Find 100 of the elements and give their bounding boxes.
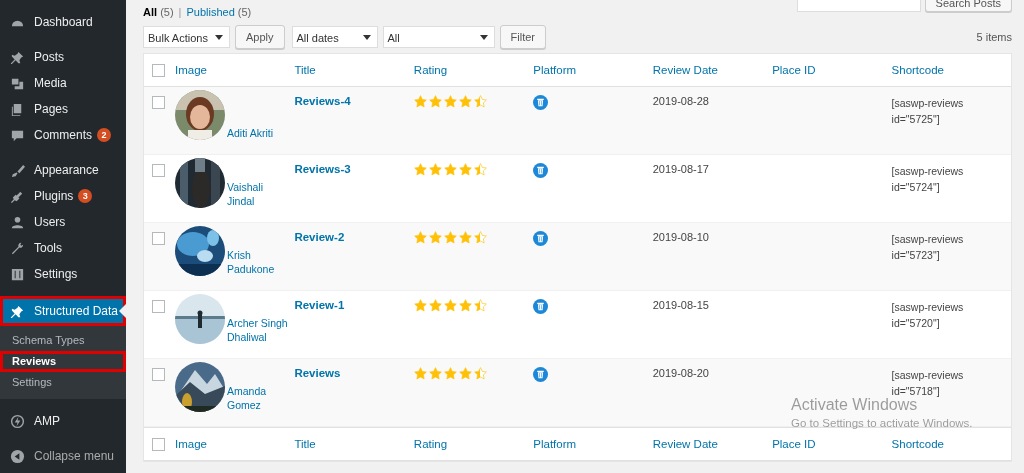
row-checkbox[interactable] (152, 368, 165, 381)
row-checkbox[interactable] (152, 300, 165, 313)
review-title-link[interactable]: Reviews (294, 367, 341, 379)
star-icon (428, 299, 442, 312)
shortcode-text: [saswp-reviews id="5724"] (891, 164, 965, 195)
row-checkbox[interactable] (152, 164, 165, 177)
sliders-icon (10, 266, 25, 282)
collapse-icon (10, 448, 25, 464)
view-filter-link[interactable]: All (5) (143, 6, 174, 18)
column-header[interactable]: Rating (413, 438, 448, 450)
bin-icon (533, 163, 549, 178)
column-header[interactable]: Title (294, 64, 316, 76)
star-icon (428, 95, 442, 108)
half-star-icon (473, 367, 487, 380)
column-header[interactable]: Rating (413, 64, 448, 76)
column-header[interactable]: Place ID (772, 438, 816, 450)
shortcode-text: [saswp-reviews id="5718"] (891, 368, 965, 398)
reviewer-name-link[interactable]: Vaishali Jindal (227, 180, 289, 208)
column-header[interactable]: Review Date (652, 64, 718, 76)
star-icon (458, 163, 472, 176)
date-cell-text: 2019-08-20 (652, 366, 710, 381)
column-header[interactable]: Place ID (772, 64, 816, 76)
submenu-item[interactable]: Schema Types (0, 330, 126, 351)
apply-button[interactable]: Apply (235, 25, 285, 49)
column-header[interactable]: Platform (533, 438, 577, 450)
date-cell-text: 2019-08-15 (652, 298, 710, 313)
star-icon (458, 367, 472, 380)
date-select[interactable]: All dates (291, 26, 378, 48)
menu-item[interactable]: Appearance (0, 157, 126, 183)
star-icon (443, 95, 457, 108)
half-star-icon (473, 95, 487, 108)
menu-item[interactable]: Plugins 3 (0, 183, 126, 209)
star-icon (458, 95, 472, 108)
submenu-item[interactable]: Settings (0, 372, 126, 393)
star-icon (458, 231, 472, 244)
pin-icon (10, 49, 25, 65)
review-title-link[interactable]: Review-2 (294, 231, 345, 243)
menu-item[interactable]: Media (0, 70, 126, 96)
menu-item[interactable]: Posts (0, 44, 126, 70)
review-title-link[interactable]: Review-1 (294, 299, 345, 311)
menu-item[interactable]: Pages (0, 96, 126, 122)
filter-button[interactable]: Filter (499, 25, 546, 49)
star-icon (443, 367, 457, 380)
menu-item[interactable]: Tools (0, 235, 126, 261)
column-header[interactable]: Platform (533, 64, 577, 76)
row-checkbox[interactable] (152, 96, 165, 109)
count-badge: 2 (97, 128, 111, 142)
reviewer-name-link[interactable]: Krish Padukone (227, 248, 289, 276)
pin-icon (10, 303, 25, 319)
bulk-actions-select[interactable]: Bulk Actions (143, 26, 230, 48)
row-checkbox[interactable] (152, 232, 165, 245)
bolt-icon (10, 413, 25, 429)
bin-icon (533, 95, 549, 110)
separator: | (178, 6, 182, 18)
search-posts-button[interactable]: Search Posts (924, 0, 1012, 12)
menu-item[interactable]: Comments 2 (0, 122, 126, 148)
half-star-icon (473, 231, 487, 244)
date-cell-text: 2019-08-17 (652, 162, 710, 177)
bin-icon (533, 231, 549, 246)
menu-item[interactable]: AMP (0, 408, 126, 434)
star-icon (428, 163, 442, 176)
review-title-link[interactable]: Reviews-3 (294, 163, 351, 175)
brush-icon (10, 162, 25, 178)
column-header[interactable]: Image (175, 64, 207, 76)
star-icon (428, 231, 442, 244)
reviewer-name-link[interactable]: Aditi Akriti (227, 126, 274, 140)
menu-item[interactable]: Users (0, 209, 126, 235)
star-icon (413, 299, 427, 312)
star-icon (443, 299, 457, 312)
star-icon (413, 367, 427, 380)
column-header[interactable]: Title (294, 438, 316, 450)
star-icon (428, 367, 442, 380)
select-all-checkbox[interactable] (152, 437, 165, 451)
select-all-checkbox[interactable] (152, 63, 165, 77)
collapse-menu-button[interactable]: Collapse menu (0, 443, 126, 469)
menu-item[interactable]: Dashboard (0, 9, 126, 35)
shortcode-text: [saswp-reviews id="5723"] (891, 232, 965, 263)
reviewer-name-link[interactable]: Amanda Gomez (227, 384, 289, 412)
type-select[interactable]: All (382, 26, 495, 48)
star-icon (443, 231, 457, 244)
review-title-link[interactable]: Reviews-4 (294, 95, 351, 107)
column-header[interactable]: Review Date (652, 438, 718, 450)
activation-notice-text: Go to Settings to activate Windows. (791, 417, 973, 429)
column-header[interactable]: Image (175, 438, 207, 450)
column-header[interactable]: Shortcode (891, 438, 944, 450)
reviewer-name-link[interactable]: Archer Singh Dhaliwal (227, 316, 289, 344)
half-star-icon (473, 163, 487, 176)
star-icon (413, 231, 427, 244)
menu-item[interactable]: Settings (0, 261, 126, 287)
column-header[interactable]: Shortcode (891, 64, 944, 76)
activation-notice-title: Activate Windows (791, 396, 918, 414)
bin-icon (533, 367, 549, 382)
item-count: 5 items (976, 31, 1012, 43)
menu-item[interactable]: Structured Data (0, 296, 126, 326)
count-badge: 3 (78, 189, 93, 203)
view-filter-link[interactable]: Published (5) (186, 6, 252, 18)
star-icon (458, 299, 472, 312)
wrench-icon (10, 240, 25, 256)
submenu-item[interactable]: Reviews (0, 351, 126, 372)
user-icon (10, 214, 25, 230)
